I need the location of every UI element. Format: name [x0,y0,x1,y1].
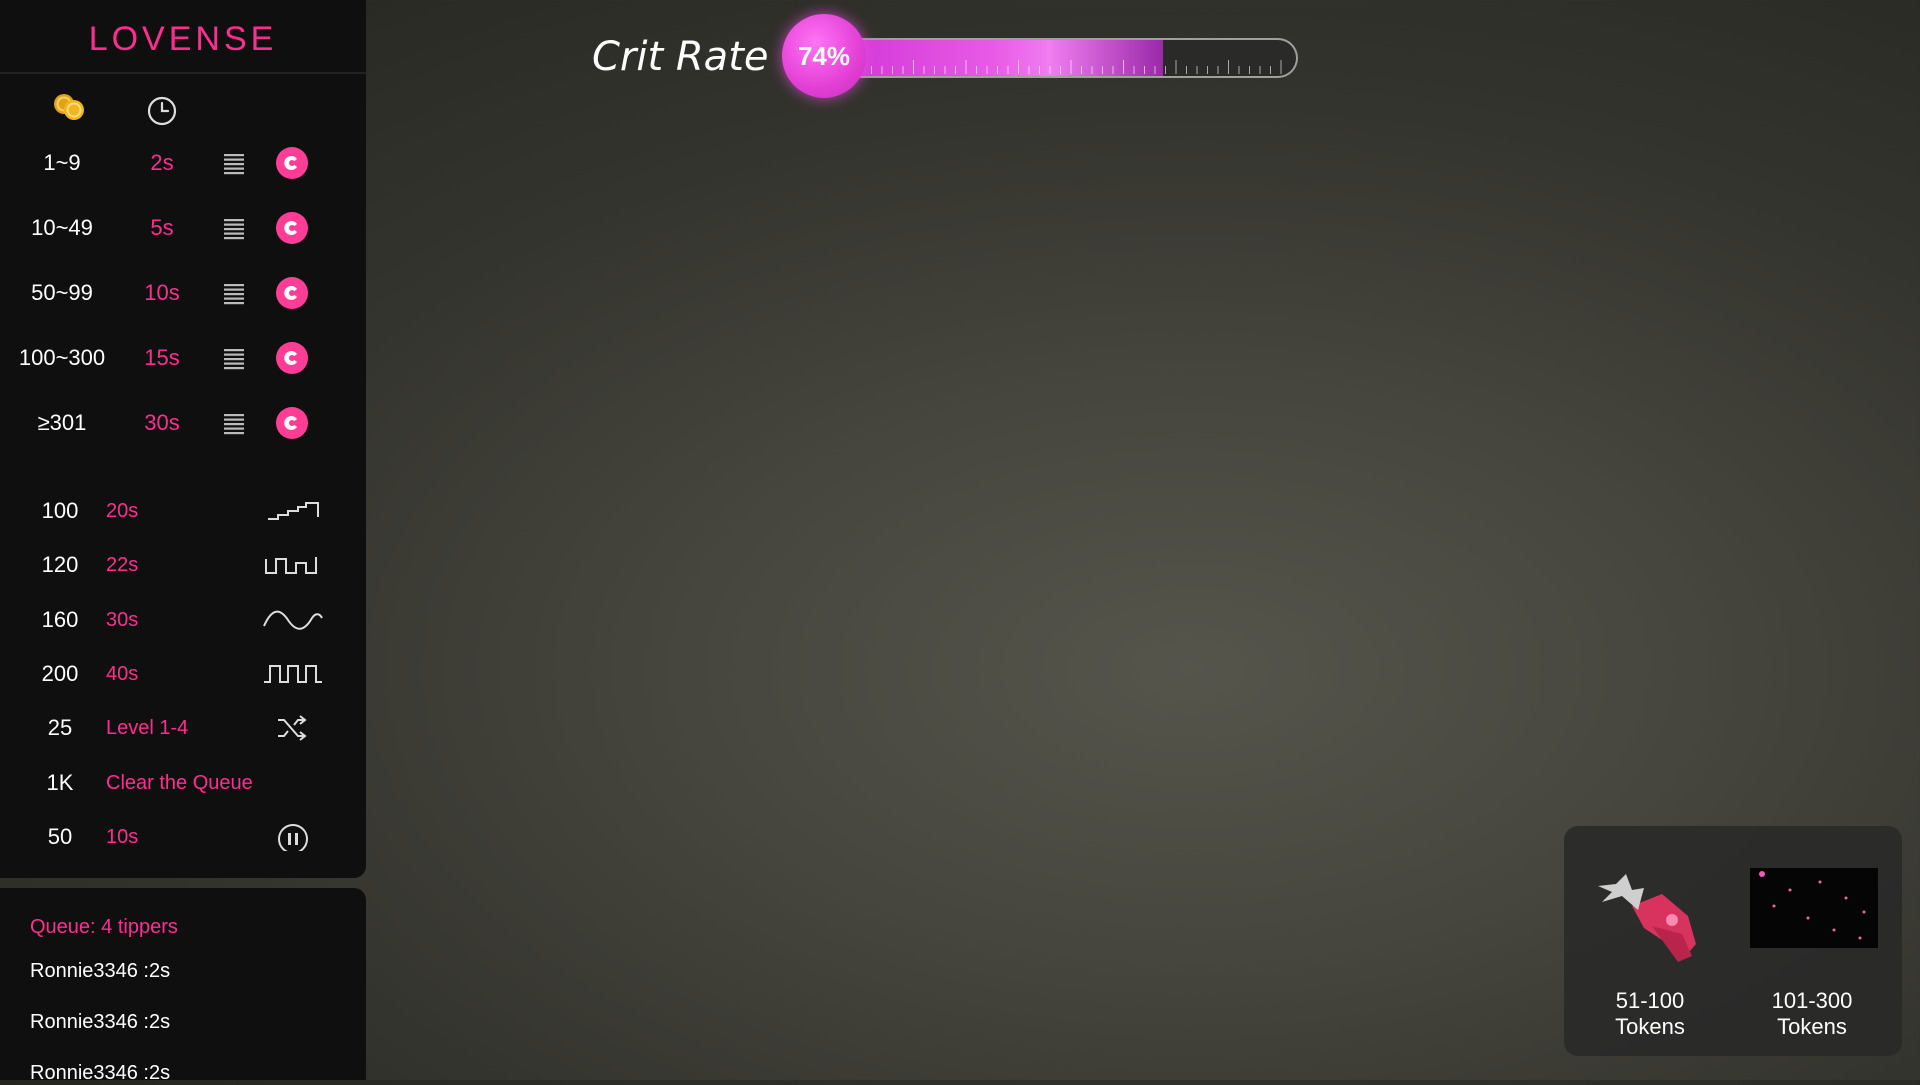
pattern-amount: 120 [41,552,79,577]
coins-icon [54,94,84,120]
wave-steps-up-icon [268,502,319,520]
panel-divider [0,72,366,74]
queue-item: Ronnie3346 :2s [30,1062,171,1084]
level-row: 50~99 10s [0,273,366,313]
clock-icon [147,96,177,126]
pattern-label: Clear the Queue [106,772,253,794]
level-range: 50~99 [31,280,93,305]
reward-label: 51-100 Tokens [1615,988,1685,1039]
level-row: ≥301 30s [0,403,366,443]
queue-title: Queue: 4 tippers [30,916,178,938]
lovense-toy-icon [276,407,308,439]
level-range: ≥301 [37,410,87,435]
vibration-bars-icon [224,284,244,305]
tip-queue-panel: Queue: 4 tippers Ronnie3346 :2s Ronnie33… [0,888,366,1084]
level-row: 100~300 15s [0,338,366,378]
wave-sine-icon [263,610,323,630]
vibration-bars-icon [224,154,244,175]
vibration-bars-icon [224,219,244,240]
lovense-level-panel: LOVENSE 1~9 2s 10~49 5s 50~99 10s 100~30… [0,0,366,878]
level-range: 100~300 [18,345,106,370]
pattern-label: 10s [106,826,139,848]
shuffle-icon [278,715,307,741]
crit-rate-label: Crit Rate [592,34,769,80]
pattern-label: 20s [106,500,139,522]
pause-icon [278,824,308,851]
pattern-row: 100 20s [0,491,366,531]
pattern-label: Level 1-4 [106,717,189,739]
pattern-amount: 25 [47,715,73,740]
lovense-logo: LOVENSE [88,20,278,58]
pattern-amount: 200 [41,661,79,686]
level-duration: 2s [150,150,174,175]
wave-square-icon [264,665,322,683]
lovense-toy-icon [276,212,308,244]
pattern-label: 40s [106,663,139,685]
level-duration: 15s [144,345,180,370]
pattern-label: 30s [106,609,139,631]
level-range: 10~49 [31,215,93,240]
crit-rate-ticks [860,60,1282,74]
level-range: 1~9 [43,150,81,175]
particle-reward-image [1750,868,1878,948]
level-duration: 5s [150,215,174,240]
level-row: 10~49 5s [0,208,366,248]
pattern-row: 25 Level 1-4 [0,708,366,748]
level-row: 1~9 2s [0,143,366,183]
pattern-amount: 100 [41,498,79,523]
queue-item: Ronnie3346 :2s [30,1011,171,1033]
lovense-toy-icon [276,147,308,179]
vibration-bars-icon [224,414,244,435]
queue-item: Ronnie3346 :2s [30,960,171,982]
wave-pulse-icon [265,557,317,574]
pattern-row: 1K Clear the Queue [0,763,366,803]
vibration-bars-icon [224,349,244,370]
reward-card: 51-100 Tokens 101-300 Tokens [1564,826,1902,1056]
pattern-amount: 160 [41,607,79,632]
level-duration: 30s [144,410,180,435]
pattern-row: 120 22s [0,545,366,585]
pattern-row: 200 40s [0,654,366,694]
lovense-toy-icon [276,277,308,309]
pattern-amount: 50 [47,824,73,849]
lovense-toy-icon [276,342,308,374]
crit-rate-percent-knob: 74% [782,14,866,98]
level-duration: 10s [144,280,180,305]
reward-label: 101-300 Tokens [1771,988,1853,1039]
gun-reward-icon [1598,874,1696,962]
pattern-amount: 1K [46,770,74,795]
pattern-label: 22s [106,554,139,576]
pattern-row: 50 10s [0,817,366,857]
pattern-row: 160 30s [0,600,366,640]
